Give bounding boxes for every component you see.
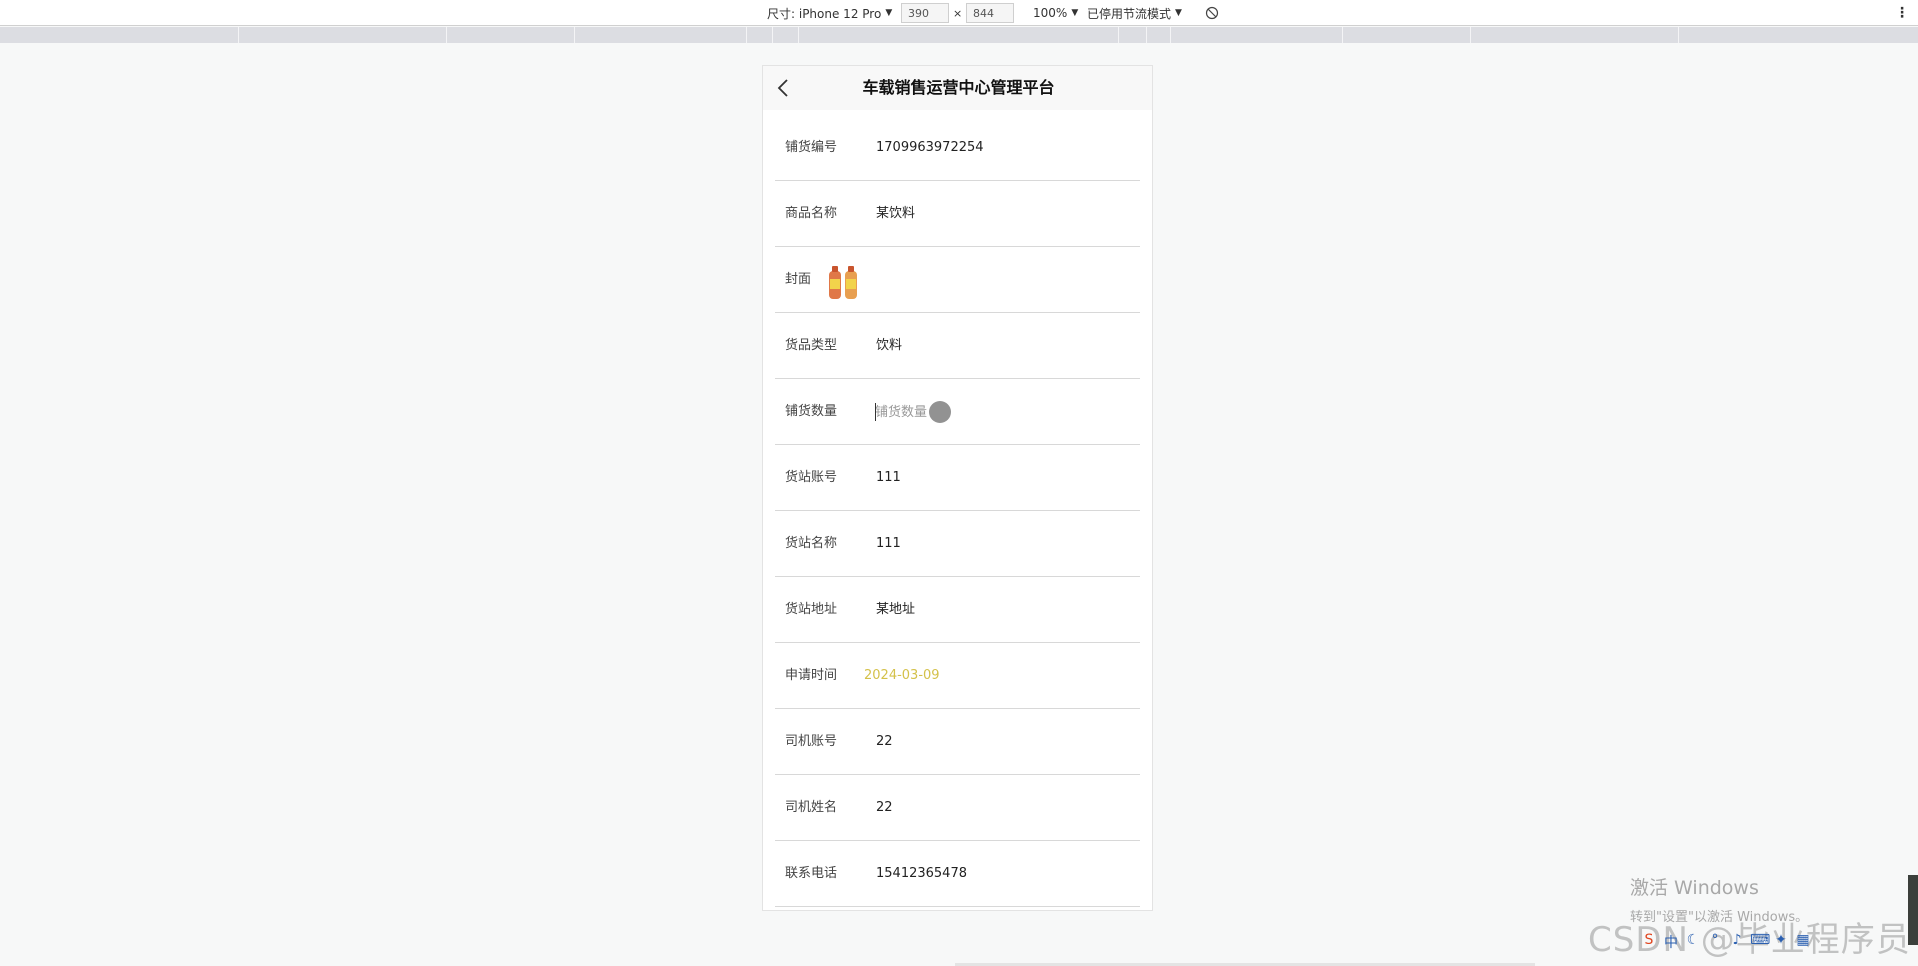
field-value: 饮料: [876, 338, 903, 353]
chevron-down-icon: ▼: [885, 8, 893, 18]
chevron-down-icon: ▼: [1175, 8, 1182, 18]
more-options-icon[interactable]: ⋮: [1895, 0, 1909, 26]
field-label: 铺货编号: [785, 140, 838, 155]
field-value: 1709963972254: [876, 140, 984, 155]
devtools-device-toolbar: 尺寸: iPhone 12 Pro ▼ 390 × 844 100% ▼ 已停用…: [0, 0, 1918, 26]
form-row-product-name: 商品名称 某饮料: [775, 181, 1140, 247]
form-row-phone: 联系电话 15412365478: [775, 841, 1140, 907]
field-value: 111: [876, 536, 901, 551]
field-label: 联系电话: [785, 866, 838, 881]
zoom-label: 100%: [1033, 6, 1068, 20]
field-label: 商品名称: [785, 206, 838, 221]
phone-viewport: 车载销售运营中心管理平台 铺货编号 1709963972254 商品名称 某饮料…: [762, 65, 1153, 911]
field-label: 司机账号: [785, 734, 838, 749]
text-caret: [875, 403, 876, 421]
edge-widget: [1908, 875, 1918, 945]
skin-icon[interactable]: ✦: [1772, 932, 1790, 956]
cover-image[interactable]: [828, 265, 860, 301]
throttle-label: 已停用节流模式: [1087, 6, 1172, 21]
rotate-icon[interactable]: [1205, 0, 1219, 26]
nav-bar: 车载销售运营中心管理平台: [763, 66, 1152, 110]
height-input[interactable]: 844: [966, 3, 1014, 23]
field-value: 22: [876, 800, 893, 815]
field-value: 某地址: [876, 602, 916, 617]
date-picker-value[interactable]: 2024-03-09: [864, 643, 940, 709]
form-row-driver-account: 司机账号 22: [775, 709, 1140, 775]
quantity-input[interactable]: [875, 401, 1125, 423]
toolbox-icon[interactable]: ▦: [1794, 932, 1812, 956]
form-row-goods-type: 货品类型 饮料: [775, 313, 1140, 379]
field-label: 货站名称: [785, 536, 838, 551]
width-input[interactable]: 390: [901, 3, 949, 23]
field-label: 货站账号: [785, 470, 838, 485]
form-row-station-account: 货站账号 111: [775, 445, 1140, 511]
form-row-cover: 封面: [775, 247, 1140, 313]
device-selector[interactable]: 尺寸: iPhone 12 Pro ▼: [767, 0, 892, 26]
device-label: 尺寸: iPhone 12 Pro: [767, 6, 882, 21]
moon-icon[interactable]: ☾: [1684, 932, 1702, 956]
field-label: 申请时间: [785, 668, 838, 683]
form-row-distribution-no: 铺货编号 1709963972254: [775, 115, 1140, 181]
form-row-station-name: 货站名称 111: [775, 511, 1140, 577]
keyboard-icon[interactable]: ⌨: [1750, 932, 1770, 956]
ime-mode-icon[interactable]: 中: [1662, 932, 1680, 956]
touch-pointer-indicator: [929, 401, 951, 423]
field-label: 封面: [785, 272, 812, 287]
field-value: 15412365478: [876, 866, 967, 881]
system-tray: S 中 ☾ ° ♪ ⌨ ✦ ▦: [1640, 932, 1812, 956]
form-row-quantity: 铺货数量: [775, 379, 1140, 445]
times-separator: ×: [953, 6, 963, 20]
throttle-selector[interactable]: 已停用节流模式 ▼: [1087, 0, 1182, 26]
field-label: 铺货数量: [785, 404, 838, 419]
microphone-icon[interactable]: ♪: [1728, 932, 1746, 956]
field-value: 111: [876, 470, 901, 485]
field-value: 某饮料: [876, 206, 916, 221]
field-label: 司机姓名: [785, 800, 838, 815]
form-row-station-address: 货站地址 某地址: [775, 577, 1140, 643]
page-title: 车载销售运营中心管理平台: [862, 78, 1055, 97]
chevron-down-icon: ▼: [1071, 8, 1079, 18]
punctuation-icon[interactable]: °: [1706, 932, 1724, 956]
field-label: 货站地址: [785, 602, 838, 617]
activation-title: 激活 Windows: [1630, 877, 1759, 899]
media-query-ruler: [0, 27, 1918, 43]
form-row-apply-time: 申请时间 2024-03-09: [775, 643, 1140, 709]
ime-icon[interactable]: S: [1640, 932, 1658, 956]
zoom-selector[interactable]: 100% ▼: [1033, 0, 1078, 26]
form-row-driver-name: 司机姓名 22: [775, 775, 1140, 841]
field-label: 货品类型: [785, 338, 838, 353]
field-value: 22: [876, 734, 893, 749]
